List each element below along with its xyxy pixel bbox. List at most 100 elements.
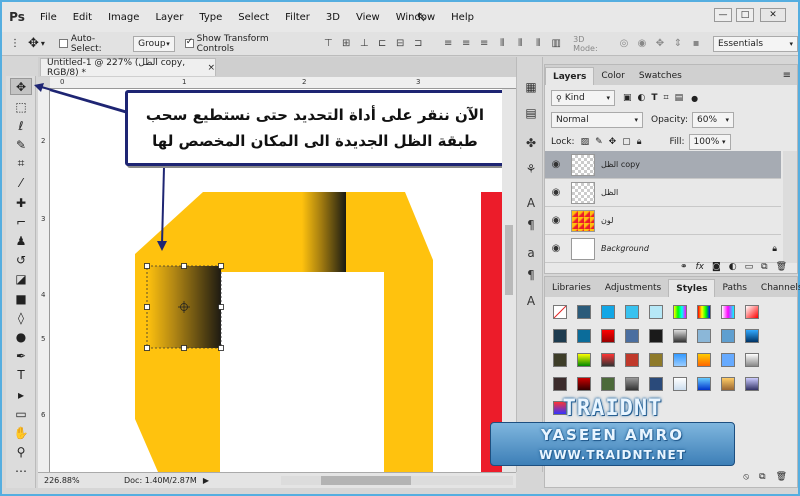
style-swatch[interactable] bbox=[649, 353, 663, 367]
style-swatch[interactable] bbox=[625, 353, 639, 367]
quick-select-tool-icon[interactable]: ✎ bbox=[10, 136, 32, 153]
style-swatch[interactable] bbox=[649, 329, 663, 343]
visibility-eye-icon[interactable]: ◉ bbox=[545, 159, 567, 170]
fill-field[interactable]: 100% ▾ bbox=[688, 134, 731, 150]
healing-brush-tool-icon[interactable]: ✚ bbox=[10, 194, 32, 211]
menu-view[interactable]: View bbox=[348, 12, 388, 23]
document-tab[interactable]: Untitled-1 @ 227% (الظل copy, RGB/8) * × bbox=[40, 58, 216, 78]
distribute-left-icon[interactable]: ⦀ bbox=[496, 38, 508, 50]
distribute-vcenter-icon[interactable]: ≡ bbox=[460, 38, 472, 50]
align-left-icon[interactable]: ⊏ bbox=[376, 38, 388, 50]
style-swatch[interactable] bbox=[649, 377, 663, 391]
style-swatch[interactable] bbox=[745, 353, 759, 367]
distribute-hcenter-icon[interactable]: ⦀ bbox=[514, 38, 526, 50]
slide-icon[interactable]: ⇕ bbox=[672, 38, 684, 50]
menu-edit[interactable]: Edit bbox=[65, 12, 100, 23]
layer-row[interactable]: ◉ الظل copy bbox=[545, 151, 781, 179]
crop-tool-icon[interactable]: ⌗ bbox=[10, 155, 32, 172]
layer-row[interactable]: ◉ الظل bbox=[545, 179, 781, 207]
close-window-button[interactable]: ✕ bbox=[760, 8, 786, 22]
group-folder-icon[interactable]: ▭ bbox=[745, 262, 754, 272]
mask-icon[interactable]: ◙ bbox=[712, 262, 721, 272]
history-icon[interactable]: ▦ bbox=[523, 79, 539, 95]
align-hcenter-icon[interactable]: ⊟ bbox=[394, 38, 406, 50]
transform-handle[interactable] bbox=[181, 345, 187, 351]
auto-select-checkbox[interactable]: Auto-Select: bbox=[58, 34, 125, 54]
scroll-thumb[interactable] bbox=[321, 476, 411, 485]
path-select-tool-icon[interactable]: ▸ bbox=[10, 386, 32, 403]
style-swatch[interactable] bbox=[625, 305, 639, 319]
char-styles-icon[interactable]: a bbox=[523, 245, 539, 261]
new-style-icon[interactable]: ⧉ bbox=[759, 472, 765, 482]
auto-align-icon[interactable]: ▥ bbox=[550, 38, 562, 50]
play-icon[interactable]: ▶ bbox=[203, 476, 209, 485]
transform-handle[interactable] bbox=[181, 263, 187, 269]
eraser-tool-icon[interactable]: ◪ bbox=[10, 270, 32, 287]
lock-position-icon[interactable]: ✥ bbox=[609, 137, 617, 147]
style-swatch[interactable] bbox=[745, 305, 759, 319]
style-swatch[interactable] bbox=[649, 305, 663, 319]
shape-filter-icon[interactable]: ⌗ bbox=[664, 93, 669, 103]
tab-paths[interactable]: Paths bbox=[715, 279, 753, 297]
gradient-tool-icon[interactable]: ■ bbox=[10, 290, 32, 307]
style-swatch[interactable] bbox=[697, 305, 711, 319]
style-swatch[interactable] bbox=[721, 377, 735, 391]
tab-styles[interactable]: Styles bbox=[668, 279, 716, 297]
filter-kind-select[interactable]: ⚲ Kind ▾ bbox=[551, 90, 615, 106]
distribute-right-icon[interactable]: ⦀ bbox=[532, 38, 544, 50]
style-swatch[interactable] bbox=[721, 329, 735, 343]
history-brush-tool-icon[interactable]: ↺ bbox=[10, 251, 32, 268]
tab-channels[interactable]: Channels bbox=[754, 279, 800, 297]
lasso-tool-icon[interactable]: ℓ bbox=[10, 117, 32, 134]
chevron-down-icon[interactable]: ▾ bbox=[41, 39, 45, 48]
fx-icon[interactable]: fx bbox=[696, 262, 705, 272]
tab-swatches[interactable]: Swatches bbox=[632, 67, 689, 85]
properties-icon[interactable]: ▤ bbox=[523, 105, 539, 121]
transform-handle[interactable] bbox=[218, 263, 224, 269]
visibility-eye-icon[interactable]: ◉ bbox=[545, 243, 567, 254]
smart-filter-icon[interactable]: ▤ bbox=[675, 93, 684, 103]
style-swatch[interactable] bbox=[625, 377, 639, 391]
align-right-icon[interactable]: ⊐ bbox=[412, 38, 424, 50]
maximize-button[interactable]: □ bbox=[736, 8, 754, 22]
menu-layer[interactable]: Layer bbox=[147, 12, 191, 23]
minimize-button[interactable]: — bbox=[714, 8, 732, 22]
character-icon[interactable]: A bbox=[523, 195, 539, 211]
style-swatch[interactable] bbox=[577, 353, 591, 367]
clear-style-icon[interactable]: ⦸ bbox=[743, 472, 749, 482]
menu-select[interactable]: Select bbox=[230, 12, 277, 23]
style-swatch[interactable] bbox=[673, 353, 687, 367]
lock-all-icon[interactable]: 🔒︎ bbox=[637, 137, 642, 147]
lock-transparent-icon[interactable]: ▨ bbox=[581, 137, 590, 147]
glyphs-icon[interactable]: A bbox=[523, 293, 539, 309]
style-swatch[interactable] bbox=[673, 377, 687, 391]
workspace-select[interactable]: Essentials ▾ bbox=[712, 35, 799, 52]
group-select[interactable]: Group ▾ bbox=[133, 35, 175, 52]
tab-layers[interactable]: Layers bbox=[545, 67, 595, 85]
align-vcenter-icon[interactable]: ⊞ bbox=[340, 38, 352, 50]
tab-adjustments[interactable]: Adjustments bbox=[598, 279, 668, 297]
distribute-bottom-icon[interactable]: ≡ bbox=[478, 38, 490, 50]
style-swatch[interactable] bbox=[745, 377, 759, 391]
transform-handle[interactable] bbox=[144, 345, 150, 351]
style-swatch[interactable] bbox=[577, 329, 591, 343]
rectangle-tool-icon[interactable]: ▭ bbox=[10, 405, 32, 422]
menu-filter[interactable]: Filter bbox=[277, 12, 318, 23]
style-swatch[interactable] bbox=[601, 377, 615, 391]
type-tool-icon[interactable]: T bbox=[10, 366, 32, 383]
link-icon[interactable]: ⚭ bbox=[680, 262, 688, 272]
style-swatch[interactable] bbox=[673, 329, 687, 343]
menu-file[interactable]: File bbox=[32, 12, 65, 23]
blur-tool-icon[interactable]: ◊ bbox=[10, 309, 32, 326]
trash-icon[interactable]: 🗑︎ bbox=[776, 262, 787, 272]
dodge-tool-icon[interactable]: ● bbox=[10, 328, 32, 345]
roll-icon[interactable]: ◉ bbox=[636, 38, 648, 50]
layer-row[interactable]: ◉ لون bbox=[545, 207, 781, 235]
move-tool-icon[interactable]: ✥ bbox=[10, 78, 32, 95]
brush-tool-icon[interactable]: ⌐ bbox=[10, 213, 32, 230]
marquee-tool-icon[interactable]: ⬚ bbox=[10, 98, 32, 115]
style-swatch[interactable] bbox=[577, 305, 591, 319]
tab-color[interactable]: Color bbox=[594, 67, 632, 85]
style-swatch[interactable] bbox=[577, 377, 591, 391]
lock-image-icon[interactable]: ✎ bbox=[595, 137, 603, 147]
